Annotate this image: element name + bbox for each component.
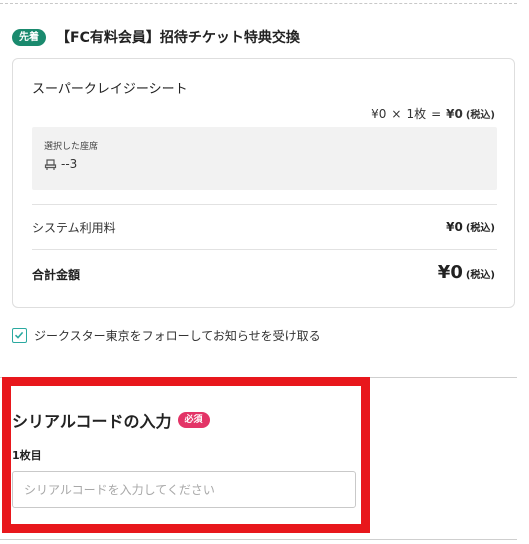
bottom-divider (0, 539, 517, 540)
highlight-frame (2, 377, 370, 533)
total-value: ¥0 (税込) (438, 262, 495, 283)
total-tax-note: (税込) (465, 270, 495, 281)
ticket-header: 先着 【FC有料会員】招待チケット特典交換 (12, 24, 300, 50)
price-line: ¥0 × 1枚 = ¥0 (税込) (371, 105, 495, 122)
system-fee-amount: ¥0 (446, 220, 463, 234)
selected-seat-value: --3 (61, 157, 78, 171)
system-fee-value: ¥0 (税込) (446, 219, 495, 234)
first-come-badge: 先着 (12, 28, 46, 46)
follow-label[interactable]: ジークスター東京をフォローしてお知らせを受け取る (34, 327, 321, 344)
order-summary-card: スーパークレイジーシート ¥0 × 1枚 = ¥0 (税込) 選択した座席 --… (12, 58, 515, 308)
follow-option[interactable]: ジークスター東京をフォローしてお知らせを受け取る (12, 327, 321, 344)
unit-price: ¥0 (371, 107, 387, 121)
selected-seat-box: 選択した座席 --3 (32, 127, 497, 190)
seat-icon (44, 158, 57, 171)
quantity: 1枚 (406, 107, 427, 121)
selected-seat-label: 選択した座席 (44, 142, 99, 152)
check-icon (14, 331, 24, 339)
top-dashed-divider (0, 3, 517, 4)
fee-divider (32, 204, 497, 205)
ticket-title: 【FC有料会員】招待チケット特典交換 (56, 30, 300, 46)
tax-note: (税込) (465, 110, 495, 121)
total-amount: ¥0 (437, 262, 463, 283)
total-label: 合計金額 (32, 268, 81, 282)
times-sign: × (391, 107, 402, 121)
follow-checkbox[interactable] (12, 328, 27, 343)
selected-seat-value-row: --3 (44, 157, 77, 171)
total-divider (32, 249, 497, 250)
system-fee-label: システム利用料 (32, 221, 116, 235)
system-fee-tax-note: (税込) (465, 223, 495, 234)
equals-sign: = (431, 107, 442, 121)
line-total: ¥0 (446, 107, 463, 121)
seat-name: スーパークレイジーシート (32, 82, 188, 97)
